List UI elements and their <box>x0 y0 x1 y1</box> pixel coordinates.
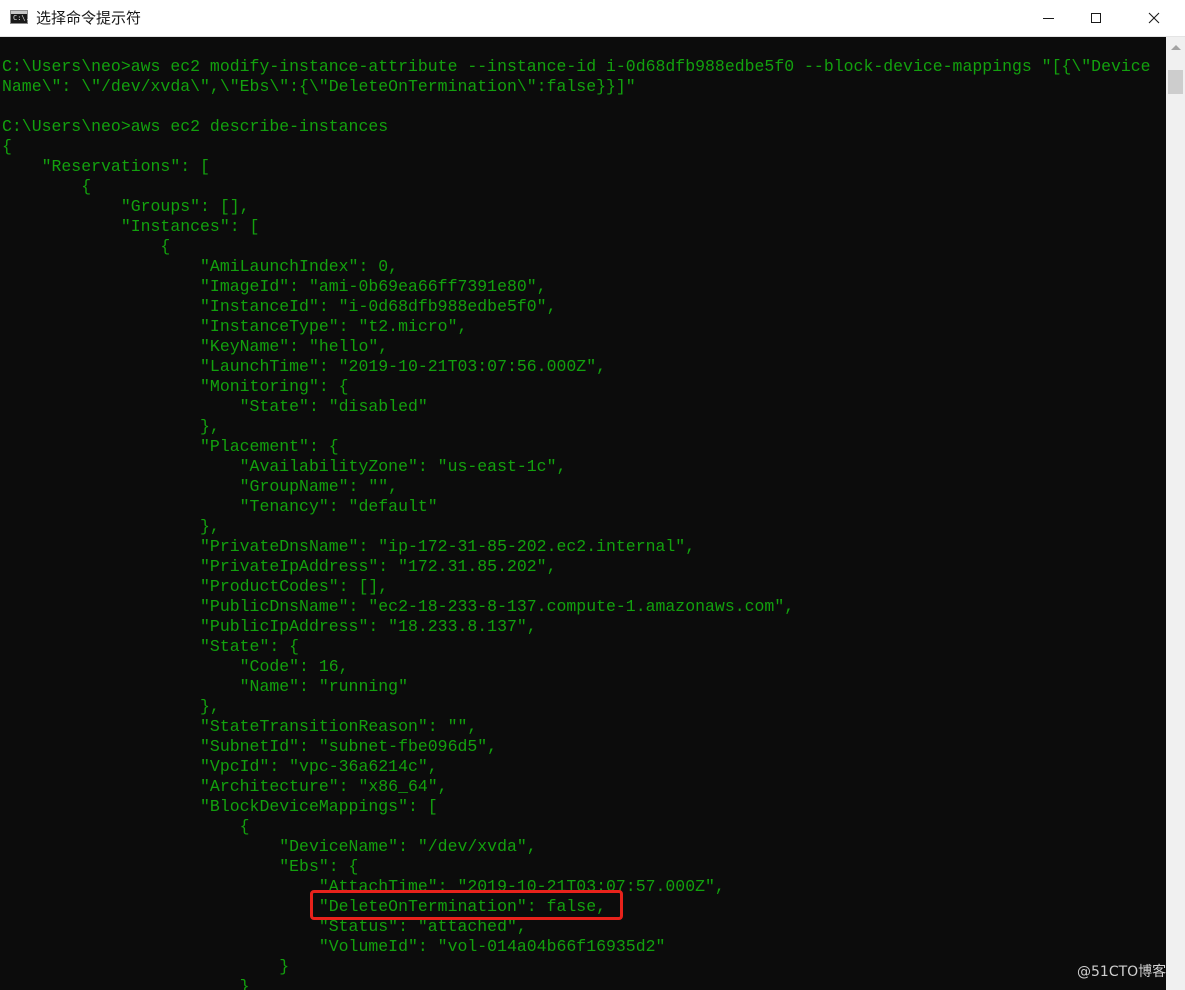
console-line: { <box>2 137 12 156</box>
console-line: "DeviceName": "/dev/xvda", <box>2 837 537 856</box>
cmd-window: C:\. 选择命令提示符 C:\Users\neo>aws ec2 modify… <box>0 0 1185 990</box>
watermark: @51CTO博客 <box>1077 964 1167 980</box>
console-line: Name\": \"/dev/xvda\",\"Ebs\":{\"DeleteO… <box>2 77 636 96</box>
console-line: "PublicDnsName": "ec2-18-233-8-137.compu… <box>2 597 795 616</box>
console-line: "AmiLaunchIndex": 0, <box>2 257 399 276</box>
maximize-button[interactable] <box>1073 0 1119 36</box>
console-line: "VpcId": "vpc-36a6214c", <box>2 757 438 776</box>
console-line: "PrivateDnsName": "ip-172-31-85-202.ec2.… <box>2 537 696 556</box>
console-line: "Code": 16, <box>2 657 349 676</box>
console-line: }, <box>2 417 220 436</box>
console-line: "ProductCodes": [], <box>2 577 389 596</box>
console-line: "KeyName": "hello", <box>2 337 389 356</box>
console-line: "Tenancy": "default" <box>2 497 438 516</box>
console-line: "VolumeId": "vol-014a04b66f16935d2" <box>2 937 666 956</box>
console-text: C:\Users\neo>aws ec2 modify-instance-att… <box>2 57 1151 990</box>
console-line: "AvailabilityZone": "us-east-1c", <box>2 457 567 476</box>
minimize-button[interactable] <box>1025 0 1071 36</box>
console-line: "Ebs": { <box>2 857 359 876</box>
console-line: "GroupName": "", <box>2 477 399 496</box>
console-line: }, <box>2 697 220 716</box>
console-line: } <box>2 977 250 990</box>
delete-on-termination-highlight <box>310 890 623 920</box>
console-line: C:\Users\neo>aws ec2 describe-instances <box>2 117 389 136</box>
title-bar[interactable]: C:\. 选择命令提示符 <box>0 0 1185 37</box>
console-line: "Monitoring": { <box>2 377 349 396</box>
vertical-scrollbar[interactable] <box>1166 37 1185 990</box>
console-line: "Reservations": [ <box>2 157 210 176</box>
console-line: { <box>2 177 92 196</box>
window-title: 选择命令提示符 <box>36 9 142 27</box>
minimize-icon <box>1042 17 1054 19</box>
console-line: "ImageId": "ami-0b69ea66ff7391e80", <box>2 277 547 296</box>
console-line: "State": { <box>2 637 300 656</box>
console-line: "InstanceType": "t2.micro", <box>2 317 468 336</box>
console-line: "PrivateIpAddress": "172.31.85.202", <box>2 557 557 576</box>
close-icon <box>1148 12 1160 24</box>
console-line: }, <box>2 517 220 536</box>
close-button[interactable] <box>1131 0 1177 36</box>
console-line: "Architecture": "x86_64", <box>2 777 448 796</box>
maximize-icon <box>1091 13 1101 23</box>
console-line: "PublicIpAddress": "18.233.8.137", <box>2 617 537 636</box>
console-line: C:\Users\neo>aws ec2 modify-instance-att… <box>2 57 1151 76</box>
console-line: "Groups": [], <box>2 197 250 216</box>
scroll-thumb[interactable] <box>1168 70 1183 94</box>
console-line: { <box>2 237 171 256</box>
console-line: "Status": "attached", <box>2 917 527 936</box>
console-line: "SubnetId": "subnet-fbe096d5", <box>2 737 498 756</box>
console-line: "BlockDeviceMappings": [ <box>2 797 438 816</box>
scroll-up-arrow-icon[interactable] <box>1171 45 1181 50</box>
console-line: "InstanceId": "i-0d68dfb988edbe5f0", <box>2 297 557 316</box>
console-line: "Name": "running" <box>2 677 408 696</box>
console-line: "State": "disabled" <box>2 397 428 416</box>
cmd-app-icon[interactable]: C:\. <box>10 10 30 24</box>
console-line: } <box>2 957 290 976</box>
console-line: "Instances": [ <box>2 217 260 236</box>
cmd-icon-glyph: C:\. <box>13 14 30 22</box>
console-line: { <box>2 817 250 836</box>
console-line: "StateTransitionReason": "", <box>2 717 478 736</box>
console-output[interactable]: C:\Users\neo>aws ec2 modify-instance-att… <box>0 37 1166 990</box>
console-line: "LaunchTime": "2019-10-21T03:07:56.000Z"… <box>2 357 606 376</box>
console-line: "Placement": { <box>2 437 339 456</box>
